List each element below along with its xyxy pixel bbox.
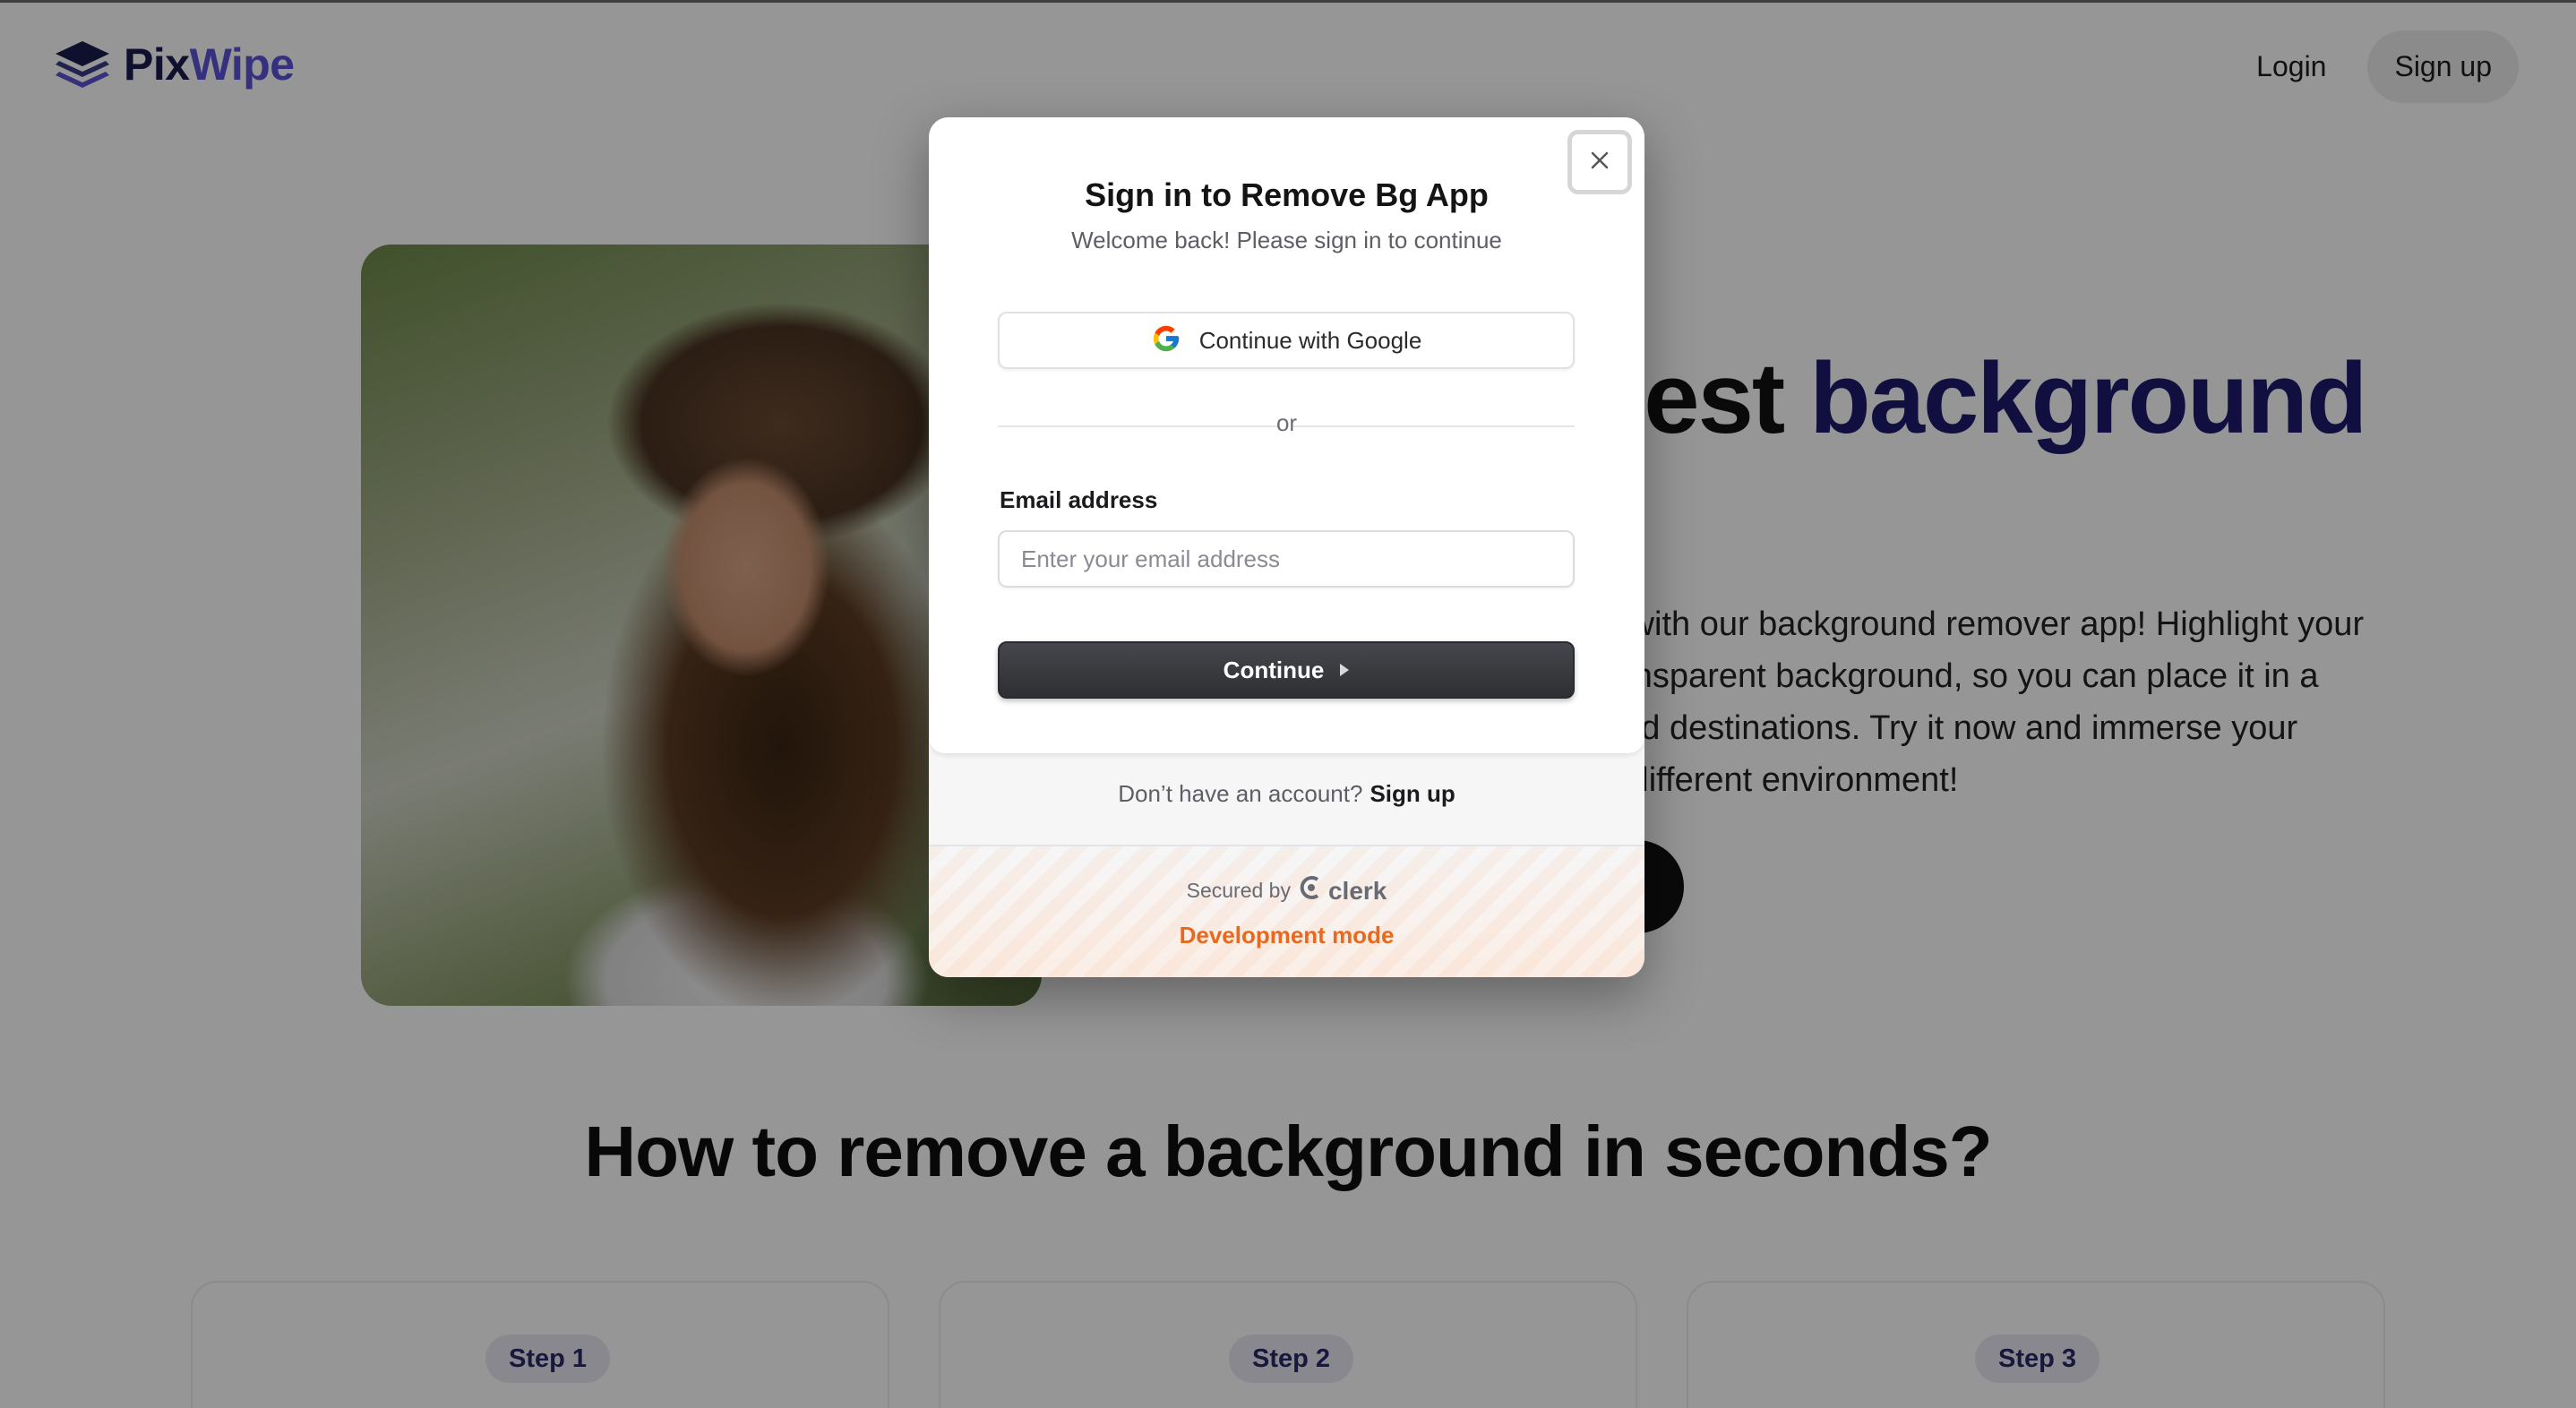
divider-right — [1293, 425, 1575, 427]
clerk-brand-text: clerk — [1327, 876, 1387, 905]
secured-by-row: Secured by clerk — [929, 875, 1644, 906]
continue-button-label: Continue — [1223, 656, 1325, 683]
email-label: Email address — [1000, 486, 1158, 513]
continue-with-google-button[interactable]: Continue with Google — [998, 312, 1575, 369]
caret-right-icon — [1340, 664, 1350, 676]
signup-link[interactable]: Sign up — [1370, 780, 1455, 807]
secured-by-text: Secured by — [1186, 879, 1291, 902]
clerk-logo-icon — [1300, 875, 1323, 906]
modal-subtitle: Welcome back! Please sign in to continue — [1071, 227, 1502, 253]
continue-button[interactable]: Continue — [998, 641, 1575, 699]
google-icon — [1151, 323, 1181, 358]
email-field[interactable] — [998, 530, 1575, 588]
signup-prompt: Don’t have an account? Sign up — [929, 780, 1644, 808]
sign-in-modal: Sign in to Remove Bg App Welcome back! P… — [929, 117, 1644, 977]
secured-by-footer: Secured by clerk Development mode — [929, 846, 1644, 977]
clerk-logo[interactable]: clerk — [1300, 875, 1387, 906]
sign-in-card: Sign in to Remove Bg App Welcome back! P… — [929, 117, 1644, 753]
modal-title: Sign in to Remove Bg App — [1085, 176, 1489, 213]
divider-or: or — [1275, 409, 1298, 436]
google-button-label: Continue with Google — [1198, 326, 1422, 354]
no-account-text: Don’t have an account? — [1118, 780, 1363, 807]
development-mode-label: Development mode — [1179, 922, 1395, 949]
close-icon — [1589, 150, 1610, 176]
